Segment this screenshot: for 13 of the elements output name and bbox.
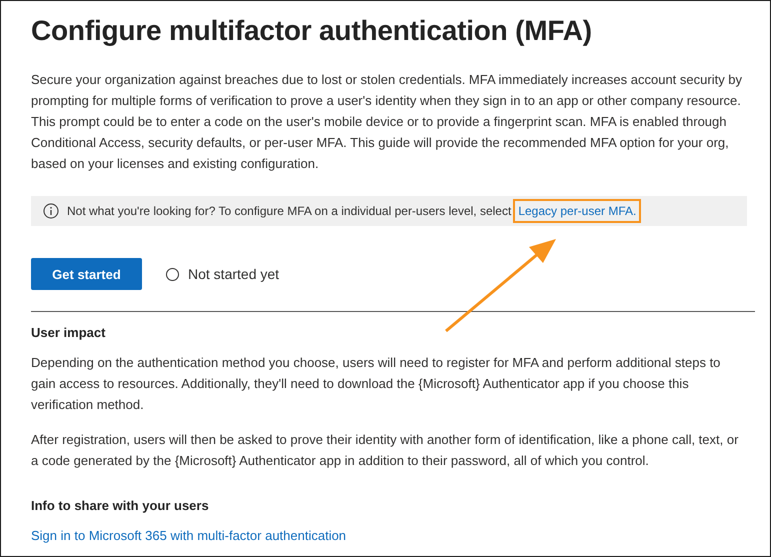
get-started-button[interactable]: Get started (31, 258, 142, 290)
section-heading: User impact (31, 325, 106, 340)
section-text: After registration, users will then be asked to prove their identity with another form of identification, like a phone call, text, or a code generated by the {Microsoft} Authenticator app in addition to their password, all of which you control. (31, 431, 740, 470)
section-text: Depending on the authentication method you choose, users will need to register for MFA and perform additional steps to gain access to resources. Additionally, they'll need to download the {Microsoft} Authenticator app if you choose this verification method. (31, 354, 722, 414)
status-radio[interactable] (166, 268, 179, 280)
intro-text: Secure your organization against breaches due to lost or stolen credentials. MFA immediately increases account security by prompting for multiple forms of verification to prove a user's identity when they sign in to an app or other company resource. This prompt could be to enter a code on the user's mobile device or to provide a fingerprint scan. MFA is enabled through Conditional Access, security defaults, or per-user MFA. This guide will provide the recommended MFA option for your org, based on your licenses and existing configuration. (31, 71, 744, 173)
info-icon (43, 203, 59, 219)
legacy-mfa-link[interactable]: Legacy per-user MFA. (513, 199, 642, 223)
help-link[interactable]: Sign in to Microsoft 365 with multi-factor authentication (31, 528, 346, 543)
status-label: Not started yet (188, 266, 280, 282)
info-text: Not what you're looking for? To configure MFA on a individual per-users level, select (67, 204, 512, 218)
section-heading: Info to share with your users (31, 498, 210, 513)
page-title: Configure multifactor authentication (MFA) (31, 15, 593, 47)
